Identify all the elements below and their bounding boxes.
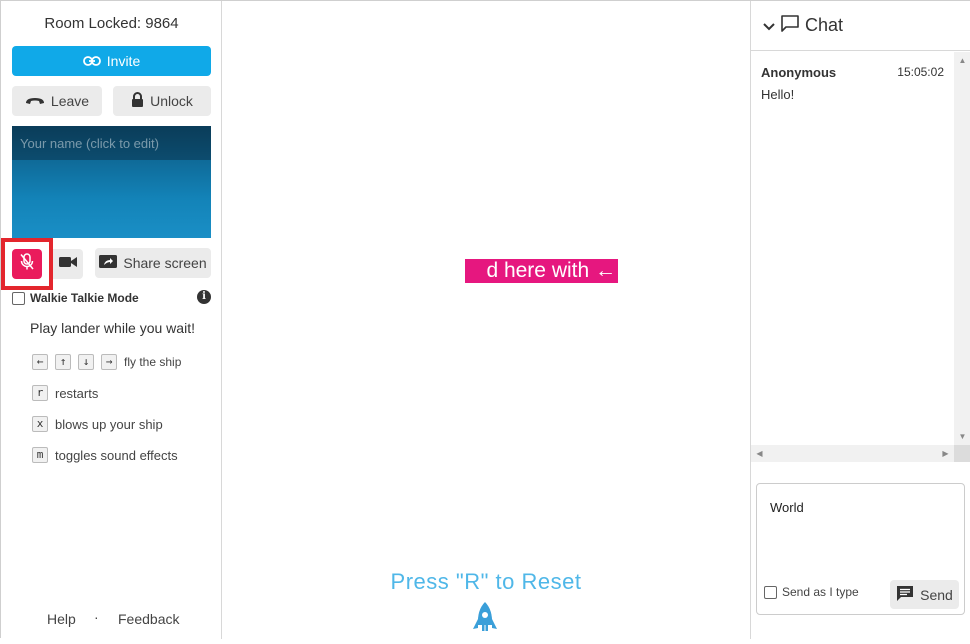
wait-text: Play lander while you wait! [30,320,195,336]
scroll-up-icon[interactable]: ▲ [954,52,970,69]
invite-label: Invite [106,53,141,69]
key-down: ↓ [78,354,94,370]
reset-instruction: Press "R" to Reset [390,569,582,594]
feedback-link[interactable]: Feedback [118,611,179,627]
chat-panel: Chat Anonymous 15:05:02 Hello! ▲ ▼ ◀ ▶ W… [750,1,970,639]
send-label: Send [920,586,953,603]
chat-vertical-scrollbar[interactable]: ▲ ▼ [954,52,970,445]
key-right: → [101,354,117,370]
message-author: Anonymous [761,65,837,80]
video-camera-icon [59,255,77,273]
key-x: x [32,416,48,432]
chat-bubble-icon [781,14,799,37]
link-icon [82,53,101,69]
mic-highlight [1,238,53,290]
unlock-button[interactable]: Unlock [113,86,211,116]
scrolling-banner: d here with ← [465,259,618,283]
footer-separator: · [94,609,99,625]
game-area[interactable]: d here with ← Press "R" to Reset [222,1,750,639]
fly-text: fly the ship [124,355,182,369]
key-up: ↑ [55,354,71,370]
key-help-text: restarts [55,385,99,401]
fly-keys-row: ← ↑ ↓ → fly the ship [32,354,181,370]
leave-button[interactable]: Leave [12,86,102,116]
phone-hangup-icon [25,93,45,109]
walkie-talkie-checkbox[interactable] [12,291,25,305]
help-link[interactable]: Help [47,611,76,627]
left-sidebar: Room Locked: 9864 Invite Leave Unlock Yo… [1,1,222,639]
key-help-row: r restarts [32,385,98,401]
chat-horizontal-scrollbar[interactable]: ◀ ▶ [751,445,954,462]
send-as-i-type-label[interactable]: Send as I type [782,585,859,599]
lock-icon [131,91,144,111]
mic-off-icon [19,252,35,276]
share-screen-label: Share screen [123,255,207,271]
mute-toggle-button[interactable] [12,249,42,279]
key-left: ← [32,354,48,370]
share-screen-button[interactable]: Share screen [95,248,211,278]
send-as-i-type-checkbox[interactable] [764,585,777,599]
key-help-text: blows up your ship [55,416,163,432]
name-edit-field[interactable]: Your name (click to edit) [12,126,211,160]
invite-button[interactable]: Invite [12,46,211,76]
message-timestamp: 15:05:02 [897,65,944,79]
self-video-preview: Your name (click to edit) [12,126,211,238]
chat-title: Chat [805,15,844,35]
rocket-icon [472,601,498,639]
send-as-i-type-row: Send as I type [764,585,859,599]
walkie-talkie-label[interactable]: Walkie Talkie Mode [30,291,139,305]
chat-header[interactable]: Chat [751,1,970,51]
scroll-down-icon[interactable]: ▼ [954,428,970,445]
message-icon [896,585,914,604]
key-help-row: m toggles sound effects [32,447,178,463]
send-button[interactable]: Send [890,580,959,609]
chat-input-box[interactable]: World Send as I type Send [756,483,965,615]
app-window: Room Locked: 9864 Invite Leave Unlock Yo… [0,0,970,639]
camera-toggle-button[interactable] [53,249,83,279]
share-screen-icon [99,254,118,272]
scroll-left-icon[interactable]: ◀ [751,445,768,462]
info-icon[interactable]: i [197,290,211,304]
key-help-row: x blows up your ship [32,416,163,432]
chat-input-value[interactable]: World [770,500,804,515]
scroll-right-icon[interactable]: ▶ [937,445,954,462]
scrollbar-corner [954,445,970,462]
room-title: Room Locked: 9864 [44,15,179,32]
chat-messages: Anonymous 15:05:02 Hello! [751,52,954,445]
walkie-talkie-row: Walkie Talkie Mode i [12,289,211,307]
chevron-down-icon[interactable] [763,15,775,36]
key-help-text: toggles sound effects [55,447,178,463]
key-m: m [32,447,48,463]
leave-label: Leave [50,93,90,109]
key-r: r [32,385,48,401]
unlock-label: Unlock [150,93,193,109]
message-text: Hello! [761,87,795,102]
